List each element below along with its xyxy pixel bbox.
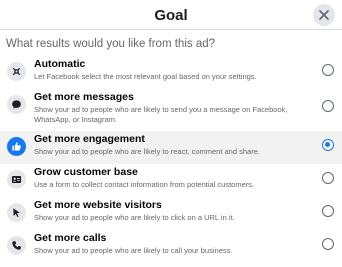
- goal-option-name: Grow customer base: [34, 166, 138, 178]
- dialog-header: Goal: [0, 0, 342, 30]
- goal-option-description: Show your ad to people who are likely to…: [34, 213, 235, 222]
- goal-option-description: Show your ad to people who are likely to…: [34, 105, 288, 124]
- goal-options-list: Automatic Let Facebook select the most r…: [0, 56, 342, 263]
- goal-option-customer-base[interactable]: Grow customer base Use a form to collect…: [0, 164, 342, 197]
- goal-option-engagement[interactable]: Get more engagement Show your ad to peop…: [0, 131, 342, 164]
- goal-option-name: Get more website visitors: [34, 199, 162, 211]
- goal-option-messages[interactable]: Get more messages Show your ad to people…: [0, 89, 342, 131]
- goal-option-website-visitors[interactable]: Get more website visitors Show your ad t…: [0, 197, 342, 230]
- goal-radio-calls[interactable]: [322, 238, 334, 250]
- goal-radio-customer-base[interactable]: [322, 172, 334, 184]
- goal-option-automatic[interactable]: Automatic Let Facebook select the most r…: [0, 56, 342, 89]
- goal-question: What results would you like from this ad…: [6, 38, 216, 50]
- goal-radio-automatic[interactable]: [322, 64, 334, 76]
- automatic-icon: [7, 62, 26, 81]
- goal-radio-messages[interactable]: [322, 100, 334, 112]
- cursor-icon: [7, 203, 26, 222]
- goal-option-name: Get more messages: [34, 91, 134, 103]
- thumbs-up-icon: [7, 137, 26, 156]
- goal-option-calls[interactable]: Get more calls Show your ad to people wh…: [0, 230, 342, 263]
- dialog-title: Goal: [154, 7, 188, 24]
- phone-icon: [7, 236, 26, 255]
- goal-radio-engagement[interactable]: [322, 139, 334, 151]
- goal-option-name: Get more calls: [34, 232, 107, 244]
- goal-option-name: Get more engagement: [34, 133, 145, 145]
- goal-option-description: Show your ad to people who are likely to…: [34, 147, 260, 156]
- contact-card-icon: [7, 170, 26, 189]
- goal-radio-website-visitors[interactable]: [322, 205, 334, 217]
- goal-option-description: Show your ad to people who are likely to…: [34, 246, 233, 255]
- close-button[interactable]: [313, 4, 335, 26]
- goal-option-description: Use a form to collect contact informatio…: [34, 180, 255, 189]
- message-bubble-icon: [7, 95, 26, 114]
- goal-option-description: Let Facebook select the most relevant go…: [34, 72, 257, 81]
- close-icon: [319, 10, 329, 20]
- goal-option-name: Automatic: [34, 58, 86, 70]
